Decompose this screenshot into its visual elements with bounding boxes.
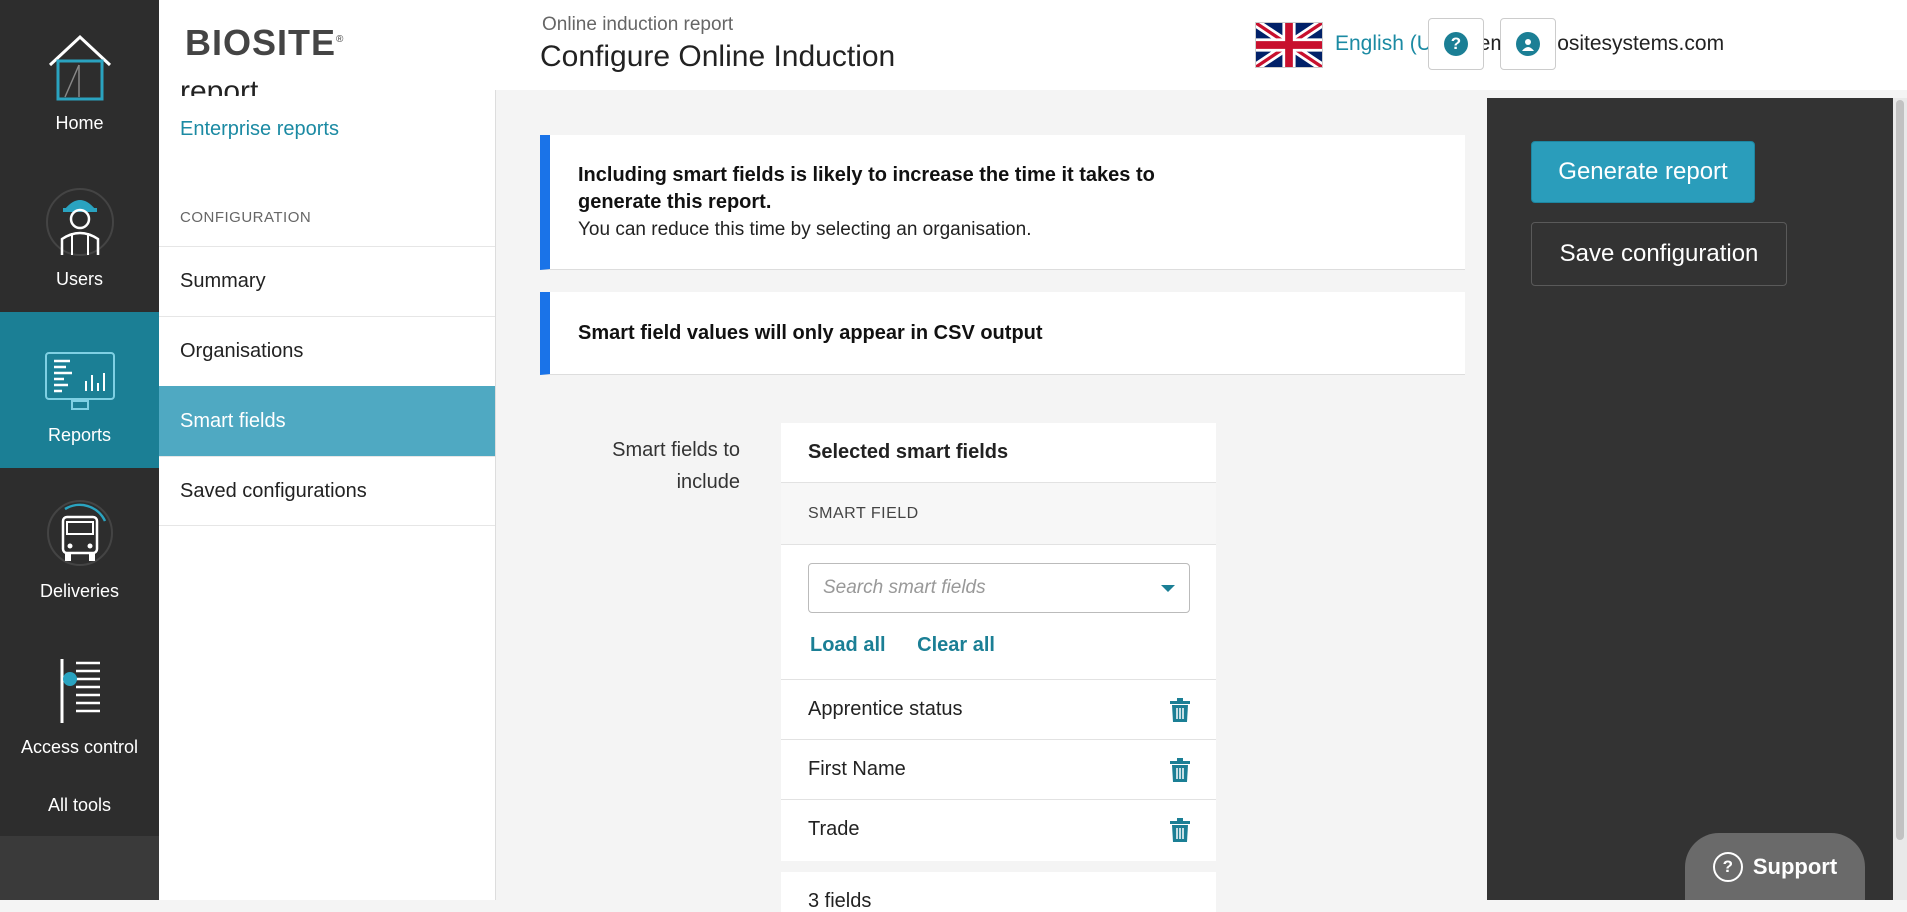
- nav-deliveries[interactable]: Deliveries: [0, 468, 159, 624]
- help-icon: ?: [1444, 32, 1468, 56]
- save-configuration-button[interactable]: Save configuration: [1531, 222, 1787, 286]
- breadcrumb[interactable]: Online induction report: [542, 14, 733, 36]
- menu-item-smart-fields[interactable]: Smart fields: [159, 386, 495, 456]
- action-panel: Generate report Save configuration: [1487, 98, 1893, 900]
- smart-field-name: Apprentice status: [808, 698, 963, 720]
- smart-fields-time-notice: Including smart fields is likely to incr…: [540, 135, 1465, 270]
- page-title: Configure Online Induction: [540, 40, 896, 73]
- nav-users-label: Users: [55, 269, 103, 289]
- scrollbar-thumb[interactable]: [1896, 100, 1904, 840]
- reports-icon: [40, 339, 120, 419]
- question-icon: ?: [1712, 851, 1743, 882]
- search-placeholder: Search smart fields: [823, 577, 986, 598]
- account-button[interactable]: [1500, 18, 1556, 70]
- nav-access-control-label: Access control: [20, 737, 139, 757]
- nav-all-tools[interactable]: All tools: [0, 780, 159, 830]
- csv-output-notice: Smart field values will only appear in C…: [540, 292, 1465, 375]
- card-title: Selected smart fields: [781, 423, 1216, 483]
- trash-icon[interactable]: [1169, 817, 1191, 842]
- sidebar-title: report: [180, 75, 259, 96]
- main-nav: Home Users Reports Deliveries Access con…: [0, 0, 159, 900]
- worker-icon: [40, 183, 120, 263]
- nav-access-control[interactable]: Access control: [0, 624, 159, 780]
- field-count: 3 fields: [781, 872, 1216, 912]
- chevron-down-icon[interactable]: [1161, 585, 1175, 592]
- report-sidebar: BIOSITE® report Enterprise reports CONFI…: [159, 0, 496, 900]
- nav-footer: [0, 836, 159, 900]
- column-header: SMART FIELD: [781, 483, 1216, 545]
- load-all-link[interactable]: Load all: [810, 634, 886, 656]
- smart-field-list: Apprentice status First Name Trade: [781, 679, 1216, 859]
- support-label: Support: [1752, 853, 1838, 879]
- list-item: Apprentice status: [781, 679, 1216, 739]
- nav-reports-label: Reports: [47, 425, 112, 445]
- list-item: Trade: [781, 799, 1216, 859]
- enterprise-reports-link[interactable]: Enterprise reports: [180, 118, 339, 141]
- notice-body: You can reduce this time by selecting an…: [578, 219, 1032, 240]
- nav-deliveries-label: Deliveries: [39, 581, 120, 601]
- list-item: First Name: [781, 739, 1216, 799]
- menu-item-saved-configurations[interactable]: Saved configurations: [159, 456, 495, 526]
- configuration-menu: Summary Organisations Smart fields Saved…: [159, 246, 495, 526]
- nav-home[interactable]: Home: [0, 0, 159, 156]
- nav-users[interactable]: Users: [0, 156, 159, 312]
- user-icon: [1516, 32, 1540, 56]
- generate-report-button[interactable]: Generate report: [1531, 141, 1755, 203]
- page-header: Online induction report Configure Online…: [495, 0, 1907, 90]
- access-control-icon: [40, 651, 120, 731]
- smart-field-name: First Name: [808, 758, 906, 780]
- bulk-actions: Load all Clear all: [810, 634, 1021, 657]
- support-button[interactable]: ? Support: [1685, 833, 1865, 900]
- menu-item-organisations[interactable]: Organisations: [159, 316, 495, 386]
- biosite-logo: BIOSITE®: [185, 22, 345, 63]
- trash-icon[interactable]: [1169, 757, 1191, 782]
- csv-notice-text: Smart field values will only appear in C…: [578, 321, 1043, 344]
- truck-icon: [40, 495, 120, 575]
- search-smart-fields-input[interactable]: Search smart fields: [808, 563, 1190, 613]
- help-button[interactable]: ?: [1428, 18, 1484, 70]
- smart-field-name: Trade: [808, 818, 860, 840]
- nav-home-label: Home: [55, 113, 104, 133]
- menu-item-summary[interactable]: Summary: [159, 246, 495, 316]
- nav-reports[interactable]: Reports: [0, 312, 159, 468]
- notice-title: Including smart fields is likely to incr…: [578, 164, 1155, 213]
- page-scrollbar[interactable]: [1893, 98, 1907, 900]
- home-icon: [40, 27, 120, 107]
- smart-fields-label: Smart fields to include: [612, 439, 740, 493]
- trash-icon[interactable]: [1169, 697, 1191, 722]
- uk-flag-icon[interactable]: [1255, 22, 1323, 68]
- clear-all-link[interactable]: Clear all: [917, 634, 995, 656]
- configuration-section-label: CONFIGURATION: [180, 209, 312, 226]
- selected-smart-fields-card: Selected smart fields SMART FIELD Search…: [781, 423, 1216, 861]
